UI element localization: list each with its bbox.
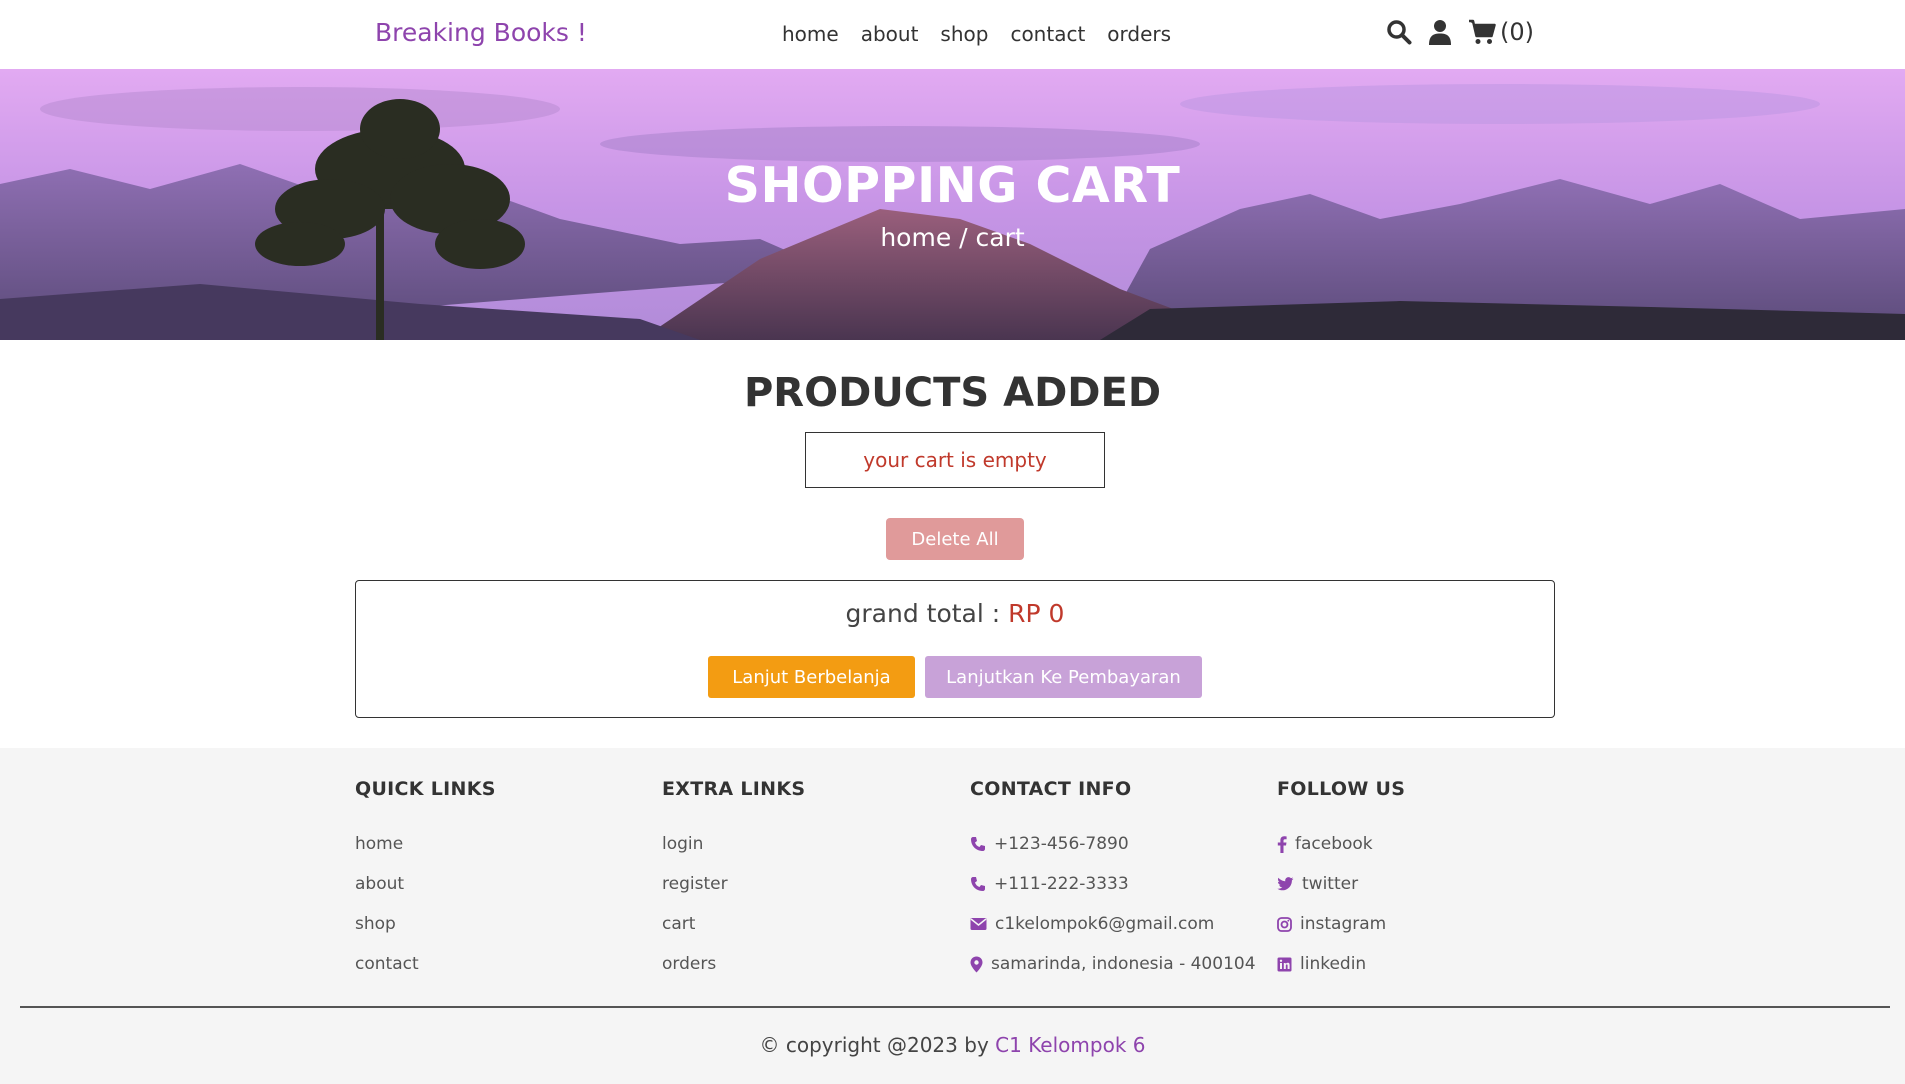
envelope-icon xyxy=(970,918,987,930)
follow-us-column: FOLLOW US facebook twitter instagram lin… xyxy=(1277,778,1577,984)
instagram-icon xyxy=(1277,916,1292,932)
copyright: © copyright @2023 by C1 Kelompok 6 xyxy=(0,1033,1905,1057)
footer-link-label: contact xyxy=(355,954,419,974)
footer-link-label: home xyxy=(355,834,404,854)
social-link-twitter[interactable]: twitter xyxy=(1277,864,1577,904)
cart-count: (0) xyxy=(1500,18,1534,46)
footer-divider xyxy=(20,1006,1890,1008)
contact-address: samarinda, indonesia - 400104 xyxy=(970,944,1270,984)
nav-orders[interactable]: orders xyxy=(1107,22,1171,46)
grand-total: grand total : RP 0 xyxy=(356,599,1554,628)
contact-info-column: CONTACT INFO +123-456-7890 +111-222-3333… xyxy=(970,778,1270,984)
site-header: Breaking Books ! home about shop contact… xyxy=(0,0,1905,69)
social-link-linkedin[interactable]: linkedin xyxy=(1277,944,1577,984)
cart-link[interactable]: (0) xyxy=(1468,18,1534,46)
extra-links-heading: EXTRA LINKS xyxy=(662,778,806,800)
products-added-heading: PRODUCTS ADDED xyxy=(743,370,1162,416)
nav-home[interactable]: home xyxy=(782,22,839,46)
quick-links-column: QUICK LINKS home about shop contact xyxy=(355,778,655,984)
contact-email[interactable]: c1kelompok6@gmail.com xyxy=(970,904,1270,944)
social-label: facebook xyxy=(1295,834,1373,854)
linkedin-icon xyxy=(1277,957,1292,971)
cart-total-panel: grand total : RP 0 Lanjut Berbelanja Lan… xyxy=(355,580,1555,718)
footer-link-cart[interactable]: cart xyxy=(662,904,962,944)
continue-shopping-button[interactable]: Lanjut Berbelanja xyxy=(708,656,915,698)
site-footer: QUICK LINKS home about shop contact EXTR… xyxy=(0,748,1905,1084)
footer-link-shop[interactable]: shop xyxy=(355,904,655,944)
footer-link-label: login xyxy=(662,834,704,854)
breadcrumb: home / cart xyxy=(880,223,1025,252)
footer-link-label: register xyxy=(662,874,728,894)
main-nav: home about shop contact orders xyxy=(782,22,1171,46)
social-label: twitter xyxy=(1302,874,1359,894)
grand-total-value: RP 0 xyxy=(1008,599,1065,628)
contact-text: samarinda, indonesia - 400104 xyxy=(991,954,1256,974)
facebook-icon xyxy=(1277,835,1287,853)
contact-text: +123-456-7890 xyxy=(994,834,1129,854)
social-label: instagram xyxy=(1300,914,1387,934)
grand-total-label: grand total : xyxy=(845,599,1009,628)
extra-links-column: EXTRA LINKS login register cart orders xyxy=(662,778,962,984)
page-title: SHOPPING CART xyxy=(724,157,1181,214)
footer-link-contact[interactable]: contact xyxy=(355,944,655,984)
contact-info-heading: CONTACT INFO xyxy=(970,778,1132,800)
social-link-facebook[interactable]: facebook xyxy=(1277,824,1577,864)
nav-contact[interactable]: contact xyxy=(1010,22,1085,46)
contact-text: +111-222-3333 xyxy=(994,874,1129,894)
phone-icon xyxy=(971,877,985,891)
footer-link-label: cart xyxy=(662,914,696,934)
copyright-brand[interactable]: C1 Kelompok 6 xyxy=(995,1033,1145,1057)
footer-link-login[interactable]: login xyxy=(662,824,962,864)
header-icons: (0) xyxy=(1386,18,1534,46)
social-link-instagram[interactable]: instagram xyxy=(1277,904,1577,944)
contact-phone-1: +123-456-7890 xyxy=(970,824,1270,864)
contact-phone-2: +111-222-3333 xyxy=(970,864,1270,904)
quick-links-heading: QUICK LINKS xyxy=(355,778,496,800)
footer-link-label: orders xyxy=(662,954,717,974)
phone-icon xyxy=(971,837,985,851)
footer-link-about[interactable]: about xyxy=(355,864,655,904)
footer-link-register[interactable]: register xyxy=(662,864,962,904)
footer-link-orders[interactable]: orders xyxy=(662,944,962,984)
footer-link-label: about xyxy=(355,874,405,894)
delete-all-button[interactable]: Delete All xyxy=(886,518,1024,560)
site-logo[interactable]: Breaking Books ! xyxy=(375,18,587,47)
footer-link-label: shop xyxy=(355,914,396,934)
user-icon[interactable] xyxy=(1428,19,1452,45)
shopping-cart-icon xyxy=(1469,19,1496,44)
checkout-button[interactable]: Lanjutkan Ke Pembayaran xyxy=(925,656,1202,698)
twitter-icon xyxy=(1277,877,1294,891)
hero-banner: SHOPPING CART home / cart xyxy=(0,69,1905,340)
footer-link-home[interactable]: home xyxy=(355,824,655,864)
nav-shop[interactable]: shop xyxy=(940,22,988,46)
contact-text: c1kelompok6@gmail.com xyxy=(995,914,1215,934)
social-label: linkedin xyxy=(1300,954,1367,974)
search-icon[interactable] xyxy=(1386,19,1412,45)
map-marker-icon xyxy=(970,956,983,972)
empty-cart-message: your cart is empty xyxy=(805,432,1105,488)
copyright-text: © copyright @2023 by xyxy=(759,1033,996,1057)
follow-us-heading: FOLLOW US xyxy=(1277,778,1406,800)
nav-about[interactable]: about xyxy=(861,22,919,46)
